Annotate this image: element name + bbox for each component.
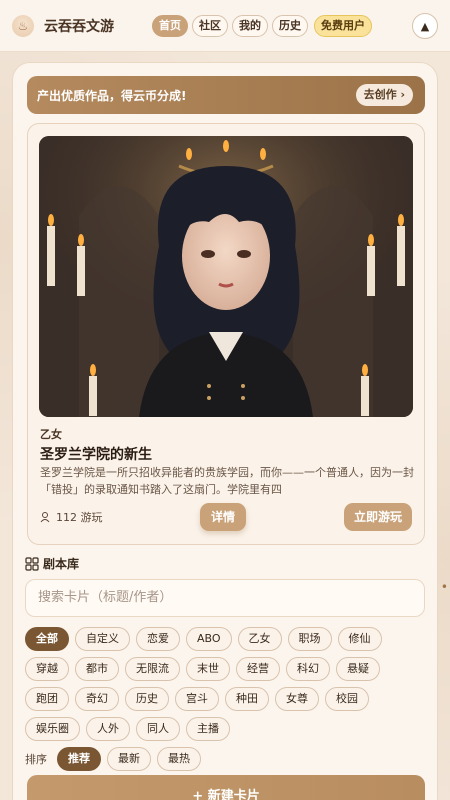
category-chip[interactable]: 同人 [136, 717, 180, 741]
main-panel: 产出优质作品，得云币分成! 去创作 › 乙女 圣罗兰学院的新生 圣罗兰学院是一所… [12, 62, 438, 800]
library-title: 剧本库 [43, 557, 80, 571]
category-chip[interactable]: 跑团 [25, 687, 69, 711]
category-chip[interactable]: ABO [186, 627, 232, 651]
category-chip[interactable]: 奇幻 [75, 687, 119, 711]
users-icon [40, 512, 50, 523]
sort-newest[interactable]: 最新 [107, 747, 151, 771]
library-header: 剧本库 [25, 555, 79, 572]
category-chip[interactable]: 职场 [287, 627, 332, 651]
category-chips: 全部 自定义 恋爱 ABO 乙女 职场 修仙穿越 都市 无限流 末世 经营 科幻 悬疑跑团 奇幻 历史 宫斗种… [25, 627, 425, 741]
tab-history[interactable]: 历史 [272, 14, 308, 37]
sort-label: 排序 [25, 753, 47, 766]
category-chip[interactable]: 科幻 [286, 657, 330, 681]
category-chip[interactable]: 种田 [225, 687, 269, 711]
sort-hottest[interactable]: 最热 [157, 747, 201, 771]
featured-card[interactable]: 乙女 圣罗兰学院的新生 圣罗兰学院是一所只招收异能者的贵族学园，而你——一个普通… [27, 123, 425, 545]
grid-icon [25, 556, 39, 571]
category-chip[interactable]: 都市 [75, 657, 119, 681]
category-chip[interactable]: 主播 [186, 717, 230, 741]
promo-text: 产出优质作品，得云币分成! [37, 88, 187, 103]
play-now-button[interactable]: 立即游玩 [344, 503, 412, 531]
create-button[interactable]: 去创作 › [355, 84, 413, 106]
user-tier-badge[interactable]: 免费用户 [314, 14, 372, 37]
category-chip[interactable]: 女尊 [275, 687, 319, 711]
triangle-up-icon: ▲ [420, 19, 430, 33]
sort-row: 排序 推荐 最新 最热 [25, 747, 201, 771]
category-chip[interactable]: 宫斗 [175, 687, 219, 711]
main-nav: 首页 社区 我的 历史 免费用户 [152, 14, 372, 37]
category-chip[interactable]: 穿越 [25, 657, 69, 681]
scroll-top-button[interactable]: ▲ [412, 13, 438, 39]
tab-mine[interactable]: 我的 [232, 14, 268, 37]
detail-button[interactable]: 详情 [200, 503, 246, 531]
tab-community[interactable]: 社区 [192, 14, 228, 37]
category-chip[interactable]: 自定义 [75, 627, 130, 651]
category-chip[interactable]: 末世 [186, 657, 230, 681]
card-genre: 乙女 [40, 428, 62, 441]
category-chip[interactable]: 悬疑 [336, 657, 380, 681]
play-count: 112 游玩 [40, 509, 103, 525]
promo-banner[interactable]: 产出优质作品，得云币分成! 去创作 › [27, 76, 425, 114]
app-title: 云吞吞文游 [44, 18, 114, 35]
category-chip[interactable]: 经营 [236, 657, 280, 681]
category-chip[interactable]: 全部 [25, 627, 69, 651]
category-chip[interactable]: 历史 [125, 687, 169, 711]
app-logo-icon: ♨ [12, 14, 34, 37]
tab-home[interactable]: 首页 [152, 14, 188, 37]
category-chip[interactable]: 修仙 [337, 627, 382, 651]
category-chip[interactable]: 恋爱 [136, 627, 180, 651]
category-chip[interactable]: 乙女 [237, 627, 282, 651]
category-chip[interactable]: 人外 [86, 717, 130, 741]
play-count-text: 112 游玩 [56, 511, 103, 524]
new-card-button[interactable]: + 新建卡片 [27, 775, 425, 800]
side-decoration: • [440, 580, 448, 594]
category-chip[interactable]: 无限流 [125, 657, 180, 681]
category-chip[interactable]: 校园 [325, 687, 369, 711]
cover-illustration [39, 136, 413, 417]
category-chip[interactable]: 娱乐圈 [25, 717, 80, 741]
card-description: 圣罗兰学院是一所只招收异能者的贵族学园，而你——一个普通人，因为一封「错投」的录… [40, 466, 414, 496]
search-input[interactable]: 搜索卡片（标题/作者） [25, 579, 425, 617]
card-title: 圣罗兰学院的新生 [40, 447, 152, 463]
top-bar: ♨ 云吞吞文游 首页 社区 我的 历史 免费用户 ▲ [0, 0, 450, 52]
sort-recommended[interactable]: 推荐 [57, 747, 101, 771]
card-cover-image[interactable] [39, 136, 413, 417]
